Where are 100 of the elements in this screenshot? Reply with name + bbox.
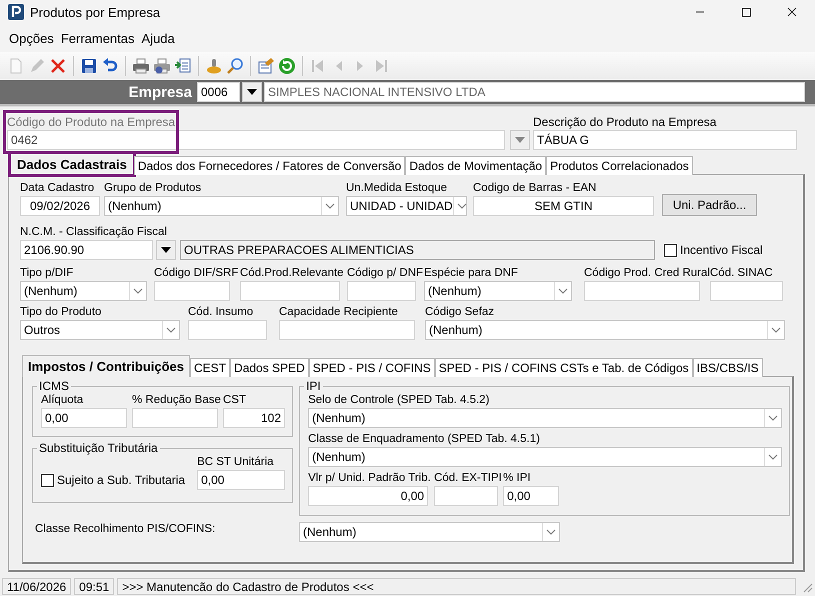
input-field[interactable]: SEM GTIN [473, 196, 654, 216]
field-label: Código DIF/SRF [154, 266, 238, 280]
company-code-field[interactable]: 0006 [197, 82, 240, 102]
status-panel: 11/06/2026 [2, 578, 72, 595]
tab[interactable]: Impostos / Contribuições [22, 355, 190, 377]
dropdown-field[interactable]: (Nenhum) [104, 196, 339, 216]
field-label: BC ST Unitária [197, 455, 274, 469]
input-field[interactable]: 09/02/2026 [20, 196, 100, 216]
input-field[interactable] [132, 408, 218, 428]
status-panel: >>> Manutencão do Cadastro de Produtos <<< [117, 578, 796, 595]
dropdown-field[interactable]: (Nenhum) [308, 447, 782, 467]
field-label: Tipo p/DIF [20, 266, 74, 280]
product-description-field[interactable]: TÁBUA G [533, 130, 797, 150]
caret-icon [247, 89, 257, 95]
tab[interactable]: SPED - PIS / COFINS CSTs e Tab. de Códigos [434, 358, 693, 377]
input-field[interactable] [710, 281, 783, 301]
checkbox-label: Incentivo Fiscal [680, 243, 763, 257]
dropdown-field[interactable]: UNIDAD - UNIDAD [346, 196, 467, 216]
search-icon[interactable] [226, 56, 244, 74]
tab[interactable]: Dados SPED [230, 358, 309, 377]
field-label: Codigo de Barras - EAN [473, 181, 596, 195]
field-label: N.C.M. - Classificação Fiscal [20, 225, 167, 239]
caret-icon [161, 247, 171, 253]
input-field[interactable] [584, 281, 700, 301]
field-label: Cód. SINAC [710, 266, 773, 280]
undo-icon[interactable] [101, 56, 119, 74]
product-code-field[interactable]: 0462 [7, 130, 505, 150]
tab[interactable]: CEST [190, 358, 230, 377]
field-label: Código Prod. Cred Rural [584, 266, 710, 280]
tab[interactable]: Produtos Correlacionados [546, 156, 693, 175]
input-field[interactable]: 0,00 [503, 486, 560, 506]
checkbox[interactable] [664, 244, 677, 256]
refresh-icon[interactable] [278, 56, 296, 74]
input-field[interactable] [154, 281, 230, 301]
field-label: Grupo de Produtos [104, 181, 202, 195]
app-icon [8, 4, 24, 20]
tab[interactable]: Dados Cadastrais [10, 153, 134, 175]
description-field: OUTRAS PREPARACOES ALIMENTICIAS [180, 240, 655, 260]
group-title: Substituição Tributária [38, 441, 159, 455]
field-label: % IPI [503, 471, 531, 485]
field-label: Alíquota [41, 393, 84, 407]
field-label: CST [223, 393, 246, 407]
checkbox-label: Sujeito a Sub. Tributaria [57, 473, 186, 487]
field-label: Classe de Enquadramento (SPED Tab. 4.5.1) [308, 432, 540, 446]
group-title: ICMS [38, 379, 70, 393]
field-label: Espécie para DNF [424, 266, 518, 280]
dropdown-field[interactable]: (Nenhum) [425, 320, 785, 340]
caret-icon [515, 137, 525, 143]
dropdown-field[interactable]: (Nenhum) [424, 281, 572, 301]
field-label: Classe Recolhimento PIS/COFINS: [34, 522, 216, 536]
field-label: Un.Medida Estoque [346, 181, 448, 195]
field-label: Cód.Prod.Relevante [240, 266, 344, 280]
tab[interactable]: Dados de Movimentação [405, 156, 546, 175]
floppy-icon[interactable] [80, 56, 98, 74]
tab[interactable]: SPED - PIS / COFINS [308, 358, 435, 377]
dropdown-button[interactable] [242, 82, 262, 102]
dropdown-field[interactable]: (Nenhum) [299, 522, 560, 542]
input-field[interactable]: 0,00 [308, 486, 428, 506]
input-field[interactable]: 102 [223, 408, 285, 428]
tab[interactable]: Dados dos Fornecedores / Fatores de Conversão [134, 156, 406, 175]
group-title: IPI [305, 379, 322, 393]
input-field[interactable]: 2106.90.90 [20, 240, 153, 260]
document-arrow-icon[interactable] [174, 56, 192, 74]
dropdown-field[interactable]: Outros [20, 320, 180, 340]
field-label: Capacidade Recipiente [279, 305, 398, 319]
window-title: Produtos por Empresa [30, 4, 160, 20]
field-label: Tipo do Produto [20, 305, 102, 319]
field-label: Código do Produto na Empresa [7, 115, 176, 129]
input-field[interactable]: 0,00 [41, 408, 127, 428]
field-label: Data Cadastro [20, 181, 94, 195]
printer-icon[interactable] [132, 56, 150, 74]
field-label: Descrição do Produto na Empresa [533, 115, 716, 129]
field-label: % Redução Base [132, 393, 221, 407]
company-name-field: SIMPLES NACIONAL INTENSIVO LTDA [264, 82, 805, 102]
field-label: Vlr p/ Unid. Padrão Trib. [308, 471, 431, 485]
menu-item[interactable]: Ferramentas [58, 28, 138, 48]
standard-unit-button[interactable]: Uni. Padrão... [662, 194, 757, 216]
field-label: Cód. Insumo [188, 305, 254, 319]
checkbox[interactable] [41, 474, 54, 486]
dropdown-button[interactable] [156, 240, 176, 260]
field-label: Cód. EX-TIPI [434, 471, 502, 485]
input-field[interactable] [434, 486, 498, 506]
input-field[interactable] [347, 281, 416, 301]
delete-icon[interactable] [49, 56, 67, 74]
company-label: Empresa [128, 84, 192, 100]
field-label: Selo de Controle (SPED Tab. 4.5.2) [308, 393, 490, 407]
input-field[interactable] [240, 281, 340, 301]
menu-item[interactable]: Ajuda [138, 28, 178, 48]
field-label: Código Sefaz [425, 305, 494, 319]
input-field[interactable]: 0,00 [197, 470, 286, 490]
status-panel: 09:51 [74, 578, 114, 595]
dropdown-field[interactable]: (Nenhum) [20, 281, 147, 301]
stamp-icon[interactable] [205, 56, 223, 74]
menu-item[interactable]: Opções [6, 28, 57, 48]
field-label: Código p/ DNF [347, 266, 424, 280]
input-field[interactable] [279, 320, 415, 340]
resize-grip-icon[interactable] [801, 580, 813, 592]
tab[interactable]: IBS/CBS/IS [692, 358, 763, 377]
dropdown-field[interactable]: (Nenhum) [308, 408, 782, 428]
input-field[interactable] [188, 320, 267, 340]
